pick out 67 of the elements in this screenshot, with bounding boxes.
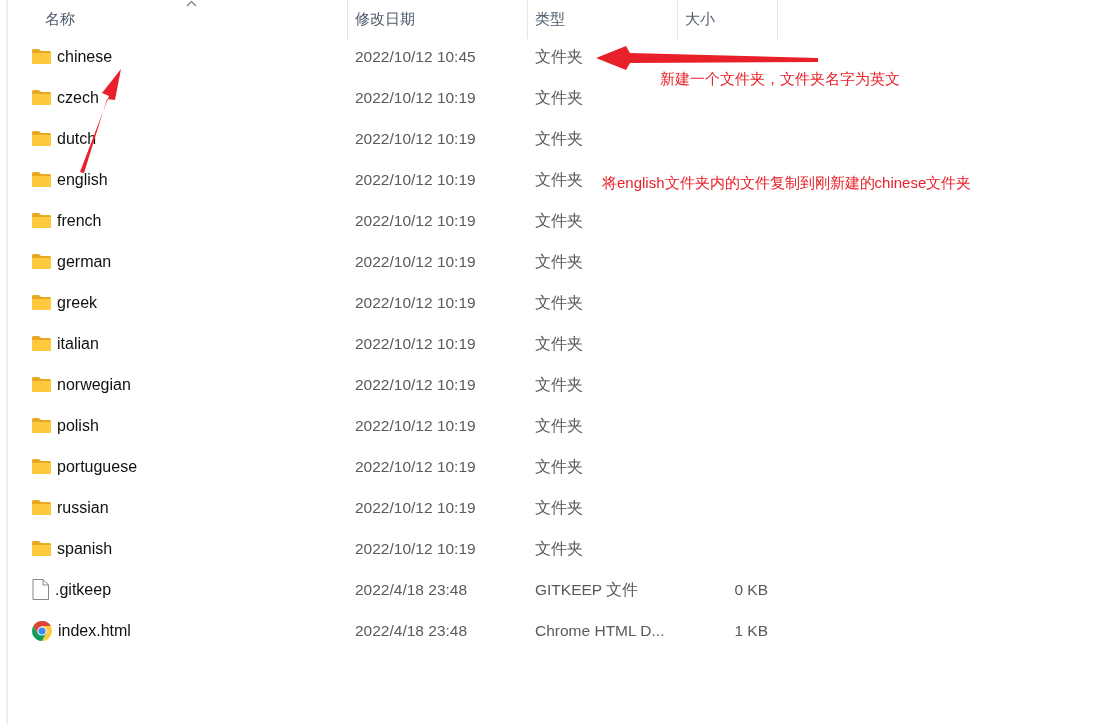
file-size: 1 KB xyxy=(734,621,768,639)
folder-icon xyxy=(32,500,51,515)
modified-date: 2022/10/12 10:19 xyxy=(355,416,476,434)
modified-date: 2022/4/18 23:48 xyxy=(355,580,468,598)
modified-date: 2022/10/12 10:19 xyxy=(355,375,476,393)
file-type: 文件夹 xyxy=(535,47,583,65)
modified-date: 2022/10/12 10:45 xyxy=(355,47,476,65)
size-column-header[interactable]: 大小 xyxy=(685,10,715,27)
folder-icon xyxy=(32,131,51,146)
modified-date: 2022/10/12 10:19 xyxy=(355,170,476,188)
folder-icon xyxy=(32,213,51,228)
file-type: 文件夹 xyxy=(535,211,583,229)
file-type: 文件夹 xyxy=(535,457,583,475)
folder-icon xyxy=(32,90,51,105)
name-column-header[interactable]: 名称 xyxy=(45,10,75,27)
modified-date: 2022/10/12 10:19 xyxy=(355,88,476,106)
file-type: 文件夹 xyxy=(535,88,583,106)
folder-icon xyxy=(32,49,51,64)
file-name[interactable]: italian xyxy=(57,331,99,356)
file-name[interactable]: french xyxy=(57,208,102,233)
file-name[interactable]: english xyxy=(57,167,108,192)
file-name[interactable]: index.html xyxy=(58,618,131,643)
modified-date: 2022/10/12 10:19 xyxy=(355,129,476,147)
type-column-header[interactable]: 类型 xyxy=(535,10,565,27)
file-type: 文件夹 xyxy=(535,170,583,188)
folder-icon xyxy=(32,541,51,556)
modified-date: 2022/10/12 10:19 xyxy=(355,293,476,311)
folder-icon xyxy=(32,295,51,310)
modified-date: 2022/10/12 10:19 xyxy=(355,498,476,516)
folder-icon xyxy=(32,418,51,433)
file-type: 文件夹 xyxy=(535,498,583,516)
file-type: 文件夹 xyxy=(535,416,583,434)
annotation-text: 新建一个文件夹，文件夹名字为英文 xyxy=(660,69,900,89)
file-type: GITKEEP 文件 xyxy=(535,580,639,598)
file-name[interactable]: portuguese xyxy=(57,454,138,479)
folder-icon xyxy=(32,377,51,392)
file-name[interactable]: chinese xyxy=(57,44,113,69)
modified-date: 2022/10/12 10:19 xyxy=(355,252,476,270)
file-name[interactable]: spanish xyxy=(57,536,113,561)
folder-icon xyxy=(32,459,51,474)
file-type: 文件夹 xyxy=(535,129,583,147)
file-name[interactable]: .gitkeep xyxy=(55,577,112,602)
file-name[interactable]: czech xyxy=(57,85,99,110)
folder-icon xyxy=(32,254,51,269)
file-name[interactable]: german xyxy=(57,249,112,274)
file-type: 文件夹 xyxy=(535,252,583,270)
date-column-header[interactable]: 修改日期 xyxy=(355,10,415,27)
folder-icon xyxy=(32,172,51,187)
modified-date: 2022/10/12 10:19 xyxy=(355,539,476,557)
file-name[interactable]: norwegian xyxy=(57,372,131,397)
modified-date: 2022/10/12 10:19 xyxy=(355,334,476,352)
file-name[interactable]: russian xyxy=(57,495,109,520)
browser-icon xyxy=(32,620,52,641)
file-name[interactable]: greek xyxy=(57,290,98,315)
modified-date: 2022/10/12 10:19 xyxy=(355,211,476,229)
file-type: Chrome HTML D... xyxy=(535,621,665,639)
modified-date: 2022/10/12 10:19 xyxy=(355,457,476,475)
file-type: 文件夹 xyxy=(535,539,583,557)
file-type: 文件夹 xyxy=(535,375,583,393)
modified-date: 2022/4/18 23:48 xyxy=(355,621,468,639)
folder-icon xyxy=(32,336,51,351)
file-type: 文件夹 xyxy=(535,293,583,311)
file-name[interactable]: polish xyxy=(57,413,99,438)
file-type: 文件夹 xyxy=(535,334,583,352)
annotation-text: 将english文件夹内的文件复制到刚新建的chinese文件夹 xyxy=(602,173,972,193)
file-size: 0 KB xyxy=(734,580,768,598)
file-icon xyxy=(32,579,49,600)
